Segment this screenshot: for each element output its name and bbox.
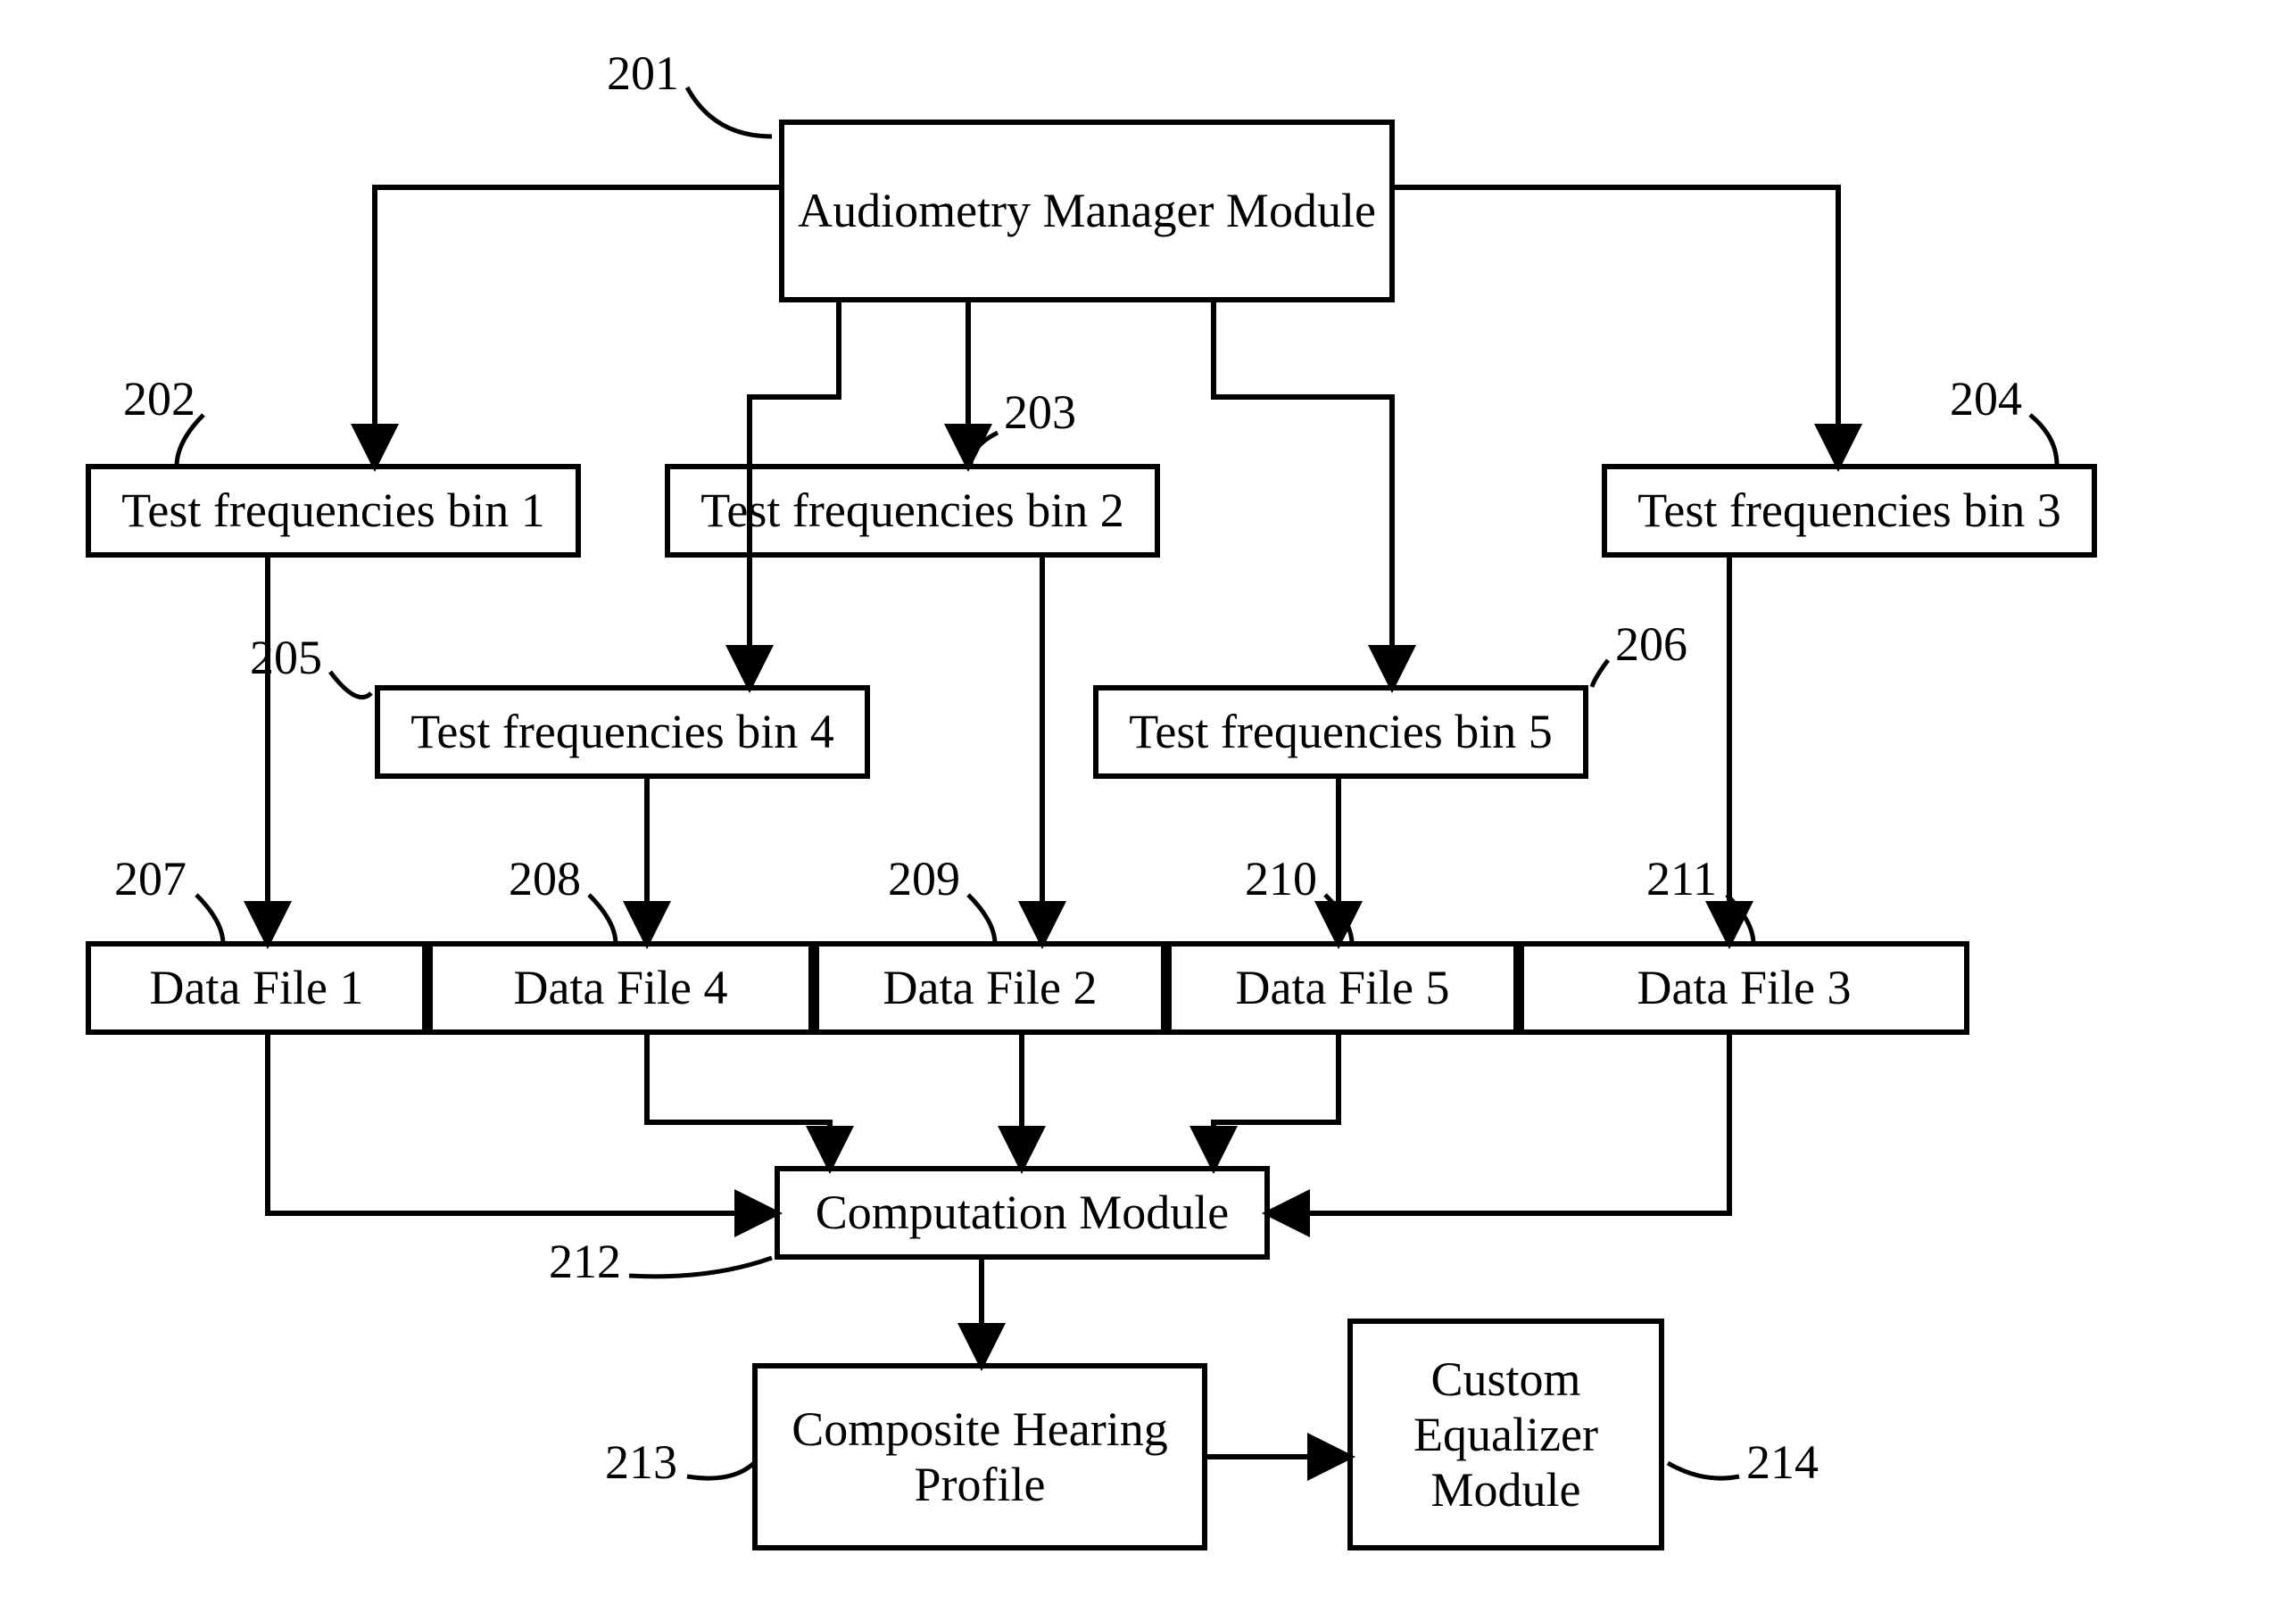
ref-206: 206 — [1615, 620, 1687, 668]
ref-204: 204 — [1950, 375, 2022, 423]
ref-210: 210 — [1245, 855, 1317, 903]
ref-202: 202 — [123, 375, 195, 423]
box-composite-hearing-profile: Composite Hearing Profile — [752, 1363, 1207, 1550]
box-data-file-5: Data File 5 — [1166, 941, 1519, 1035]
box-label: Computation Module — [816, 1185, 1229, 1240]
box-test-bin-2: Test frequencies bin 2 — [665, 464, 1160, 558]
box-data-file-1: Data File 1 — [86, 941, 427, 1035]
box-label: Test frequencies bin 4 — [410, 704, 834, 759]
box-computation-module: Computation Module — [775, 1166, 1270, 1260]
box-label: Test frequencies bin 1 — [121, 483, 545, 538]
diagram-canvas: Audiometry Manager Module Test frequenci… — [0, 0, 2296, 1604]
box-test-bin-3: Test frequencies bin 3 — [1602, 464, 2097, 558]
box-label: Data File 5 — [1236, 960, 1450, 1015]
box-custom-equalizer-module: Custom Equalizer Module — [1347, 1319, 1664, 1550]
ref-211: 211 — [1646, 855, 1717, 903]
box-audiometry-manager: Audiometry Manager Module — [779, 120, 1395, 302]
box-data-file-3: Data File 3 — [1519, 941, 1969, 1035]
ref-207: 207 — [114, 855, 186, 903]
box-test-bin-4: Test frequencies bin 4 — [375, 685, 870, 779]
box-label: Test frequencies bin 5 — [1129, 704, 1553, 759]
box-label: Test frequencies bin 2 — [700, 483, 1124, 538]
ref-209: 209 — [888, 855, 960, 903]
box-data-file-4: Data File 4 — [427, 941, 814, 1035]
ref-208: 208 — [509, 855, 581, 903]
ref-213: 213 — [605, 1438, 677, 1486]
ref-201: 201 — [607, 49, 679, 97]
ref-212: 212 — [549, 1237, 621, 1286]
box-test-bin-1: Test frequencies bin 1 — [86, 464, 581, 558]
box-label: Data File 4 — [514, 960, 728, 1015]
box-label: Data File 1 — [150, 960, 364, 1015]
box-data-file-2: Data File 2 — [814, 941, 1166, 1035]
box-label: Data File 2 — [883, 960, 1098, 1015]
ref-203: 203 — [1004, 388, 1076, 436]
box-label: Data File 3 — [1637, 960, 1852, 1015]
box-test-bin-5: Test frequencies bin 5 — [1093, 685, 1588, 779]
ref-214: 214 — [1746, 1438, 1819, 1486]
box-label: Test frequencies bin 3 — [1637, 483, 2061, 538]
box-label: Custom Equalizer Module — [1353, 1352, 1659, 1517]
box-label: Composite Hearing Profile — [758, 1401, 1202, 1512]
box-label: Audiometry Manager Module — [798, 183, 1376, 238]
ref-205: 205 — [250, 633, 322, 682]
